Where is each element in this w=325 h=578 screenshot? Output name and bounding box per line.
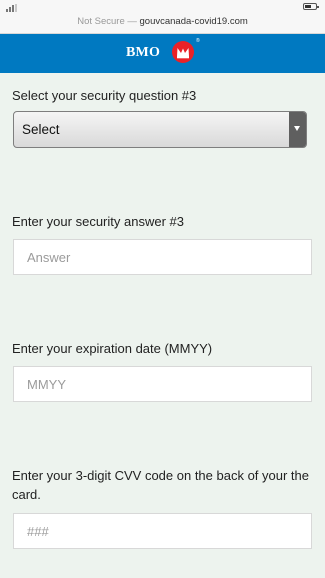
brand-header: BMO ® (0, 34, 325, 73)
signal-strength-icon (6, 4, 22, 12)
address-bar[interactable]: Not Secure — gouvcanada-covid19.com (0, 16, 325, 27)
cvv-input[interactable] (13, 513, 312, 549)
chevron-down-icon (294, 126, 300, 131)
security-question-select-value: Select (22, 122, 60, 137)
expiration-date-label: Enter your expiration date (MMYY) (12, 341, 213, 356)
url-separator: — (124, 16, 140, 27)
browser-status-bar: Not Secure — gouvcanada-covid19.com (0, 0, 325, 34)
bmo-logo-text: BMO (126, 45, 161, 60)
expiration-date-input[interactable] (13, 366, 312, 402)
registered-mark: ® (196, 38, 200, 44)
url-text: gouvcanada-covid19.com (139, 16, 248, 27)
select-dropdown-button[interactable] (289, 112, 306, 147)
security-answer-input[interactable] (13, 239, 312, 275)
cvv-label: Enter your 3-digit CVV code on the back … (12, 468, 310, 502)
battery-icon (303, 3, 319, 10)
not-secure-label: Not Secure (77, 16, 125, 27)
security-question-select[interactable]: Select (13, 111, 307, 148)
bmo-roundel-logo-icon (172, 41, 194, 63)
security-answer-label: Enter your security answer #3 (12, 214, 184, 229)
security-question-label: Select your security question #3 (12, 88, 197, 103)
